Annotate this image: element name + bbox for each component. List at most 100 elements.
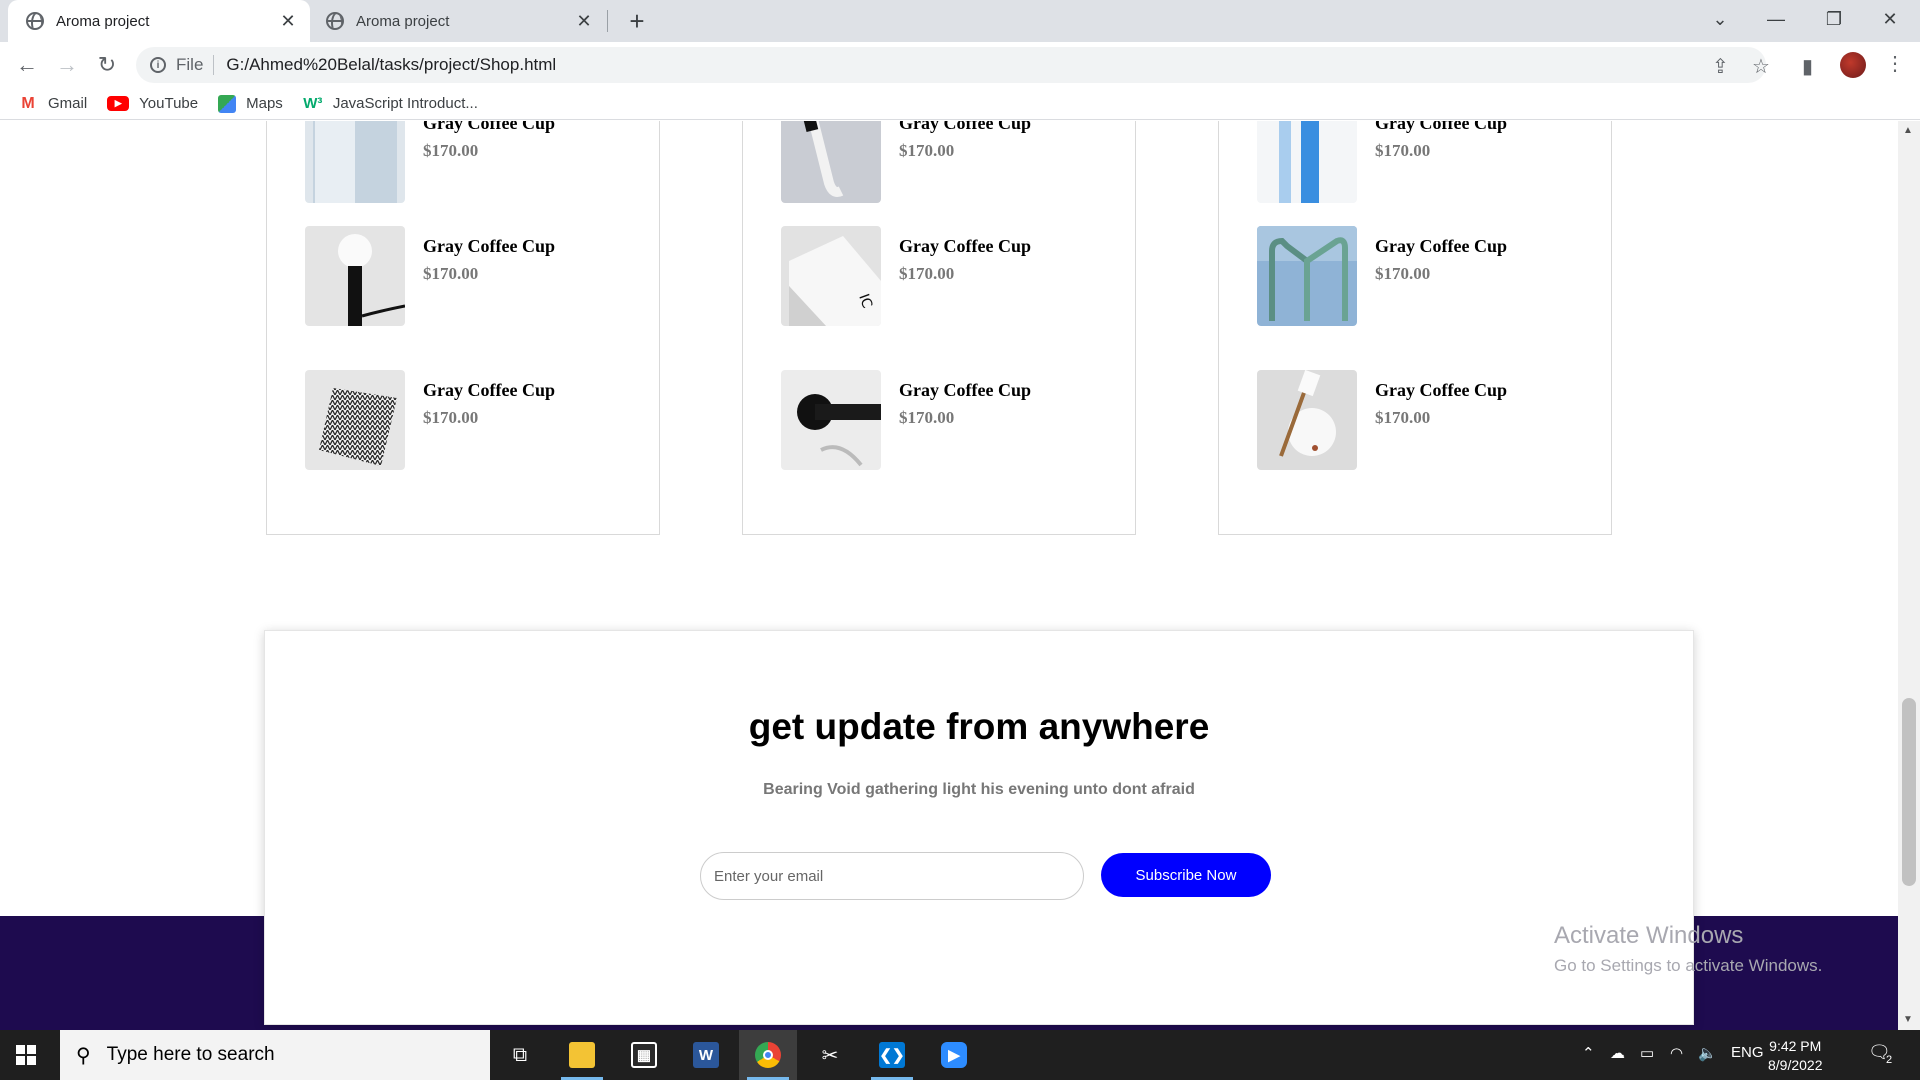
- taskbar-clock[interactable]: 9:42 PM 8/9/2022: [1768, 1037, 1823, 1075]
- task-view-icon[interactable]: ⧉: [491, 1030, 549, 1080]
- share-icon[interactable]: ⇪: [1712, 54, 1729, 79]
- info-icon[interactable]: i: [150, 57, 166, 73]
- tab-title: Aroma project: [356, 12, 450, 30]
- scroll-up-arrow[interactable]: ▲: [1903, 125, 1913, 136]
- product-price: $170.00: [423, 408, 479, 427]
- maps-icon: [218, 94, 237, 113]
- bookmark-youtube[interactable]: ▶ YouTube: [107, 95, 198, 112]
- product-image-black-hook[interactable]: [781, 370, 881, 470]
- clock-time: 9:42 PM: [1769, 1038, 1822, 1054]
- tab-strip: Aroma project ✕ Aroma project ✕ + ⌄ — ❐ …: [0, 0, 1920, 42]
- side-panel-icon[interactable]: ▮: [1802, 54, 1813, 79]
- product-image-blue-tube[interactable]: [1257, 121, 1357, 203]
- product-card[interactable]: Gray Coffee Cup $170.00: [305, 226, 635, 326]
- word-icon[interactable]: W: [677, 1030, 735, 1080]
- page-viewport: Gray Coffee Cup $170.00 Gray Coffee Cup …: [0, 121, 1898, 1030]
- bookmark-star-icon[interactable]: ☆: [1752, 54, 1770, 79]
- product-image-patterned-cloth[interactable]: [305, 370, 405, 470]
- product-name[interactable]: Gray Coffee Cup: [1375, 380, 1507, 401]
- product-image-glass-frame[interactable]: [1257, 226, 1357, 326]
- product-image-white-package[interactable]: IC: [781, 226, 881, 326]
- file-explorer-icon[interactable]: [553, 1030, 611, 1080]
- product-card[interactable]: Gray Coffee Cup $170.00: [305, 121, 635, 203]
- page-scrollbar[interactable]: ▲ ▼: [1898, 121, 1920, 1030]
- url-text[interactable]: G:/Ahmed%20Belal/tasks/project/Shop.html: [226, 55, 556, 75]
- globe-icon: [26, 12, 44, 30]
- address-bar[interactable]: i File G:/Ahmed%20Belal/tasks/project/Sh…: [136, 47, 1766, 83]
- show-hidden-icons[interactable]: ⌃: [1582, 1044, 1595, 1062]
- taskbar-search[interactable]: ⚲ Type here to search: [60, 1030, 490, 1080]
- product-name[interactable]: Gray Coffee Cup: [899, 121, 1031, 134]
- scheme-label: File: [176, 55, 204, 74]
- microsoft-store-icon[interactable]: ▦: [615, 1030, 673, 1080]
- product-card[interactable]: Gray Coffee Cup $170.00: [1257, 226, 1587, 326]
- tab-aroma-project[interactable]: Aroma project ✕: [316, 0, 606, 42]
- product-card[interactable]: Gray Coffee Cup $170.00: [781, 370, 1111, 470]
- product-card[interactable]: Gray Coffee Cup $170.00: [305, 370, 635, 470]
- newsletter-subtitle: Bearing Void gathering light his evening…: [763, 781, 1195, 798]
- scroll-down-arrow[interactable]: ▼: [1903, 1014, 1913, 1025]
- bookmark-label: JavaScript Introduct...: [332, 95, 478, 112]
- product-price: $170.00: [1375, 264, 1431, 283]
- back-button[interactable]: ←: [12, 50, 42, 80]
- chrome-icon[interactable]: [739, 1030, 797, 1080]
- menu-dots-icon[interactable]: ⋮: [1885, 51, 1905, 76]
- product-card[interactable]: IC Gray Coffee Cup $170.00: [781, 226, 1111, 326]
- close-window-button[interactable]: ✕: [1862, 0, 1918, 38]
- bookmark-gmail[interactable]: M Gmail: [18, 94, 87, 113]
- onedrive-icon[interactable]: ☁: [1610, 1044, 1625, 1062]
- product-column-2: Gray Coffee Cup $170.00 IC Gray Coffee C…: [742, 121, 1136, 535]
- close-tab-icon[interactable]: ✕: [278, 11, 298, 31]
- bookmark-maps[interactable]: Maps: [218, 94, 283, 113]
- forward-button[interactable]: →: [52, 50, 82, 80]
- zoom-icon[interactable]: ▶: [925, 1030, 983, 1080]
- battery-icon[interactable]: ▭: [1640, 1044, 1654, 1062]
- product-name[interactable]: Gray Coffee Cup: [1375, 236, 1507, 257]
- tab-search-icon[interactable]: ⌄: [1692, 0, 1748, 38]
- scroll-thumb[interactable]: [1902, 698, 1916, 886]
- minimize-button[interactable]: —: [1748, 0, 1804, 38]
- product-image-toothbrush[interactable]: [781, 121, 881, 203]
- notification-count: 2: [1886, 1054, 1893, 1066]
- subscribe-button[interactable]: Subscribe Now: [1101, 853, 1271, 897]
- product-name[interactable]: Gray Coffee Cup: [899, 380, 1031, 401]
- product-image-black-lamp[interactable]: [305, 226, 405, 326]
- product-name[interactable]: Gray Coffee Cup: [423, 236, 555, 257]
- profile-avatar[interactable]: [1840, 52, 1866, 78]
- close-tab-icon[interactable]: ✕: [574, 11, 594, 31]
- snipping-tool-icon[interactable]: ✂: [801, 1030, 859, 1080]
- watermark-subtitle: Go to Settings to activate Windows.: [1554, 956, 1823, 975]
- volume-icon[interactable]: 🔈: [1698, 1044, 1717, 1062]
- product-price: $170.00: [899, 408, 955, 427]
- product-name[interactable]: Gray Coffee Cup: [899, 236, 1031, 257]
- product-image-white-sphere[interactable]: [1257, 370, 1357, 470]
- product-column-3: Gray Coffee Cup $170.00 Gray Coffee Cup …: [1218, 121, 1612, 535]
- tab-aroma-project-active[interactable]: Aroma project ✕: [8, 0, 310, 42]
- gmail-icon: M: [21, 94, 35, 112]
- language-indicator[interactable]: ENG: [1731, 1044, 1764, 1061]
- product-name[interactable]: Gray Coffee Cup: [1375, 121, 1507, 134]
- restore-button[interactable]: ❐: [1806, 0, 1862, 38]
- product-price: $170.00: [423, 264, 479, 283]
- product-image-white-cup[interactable]: [305, 121, 405, 203]
- watermark-title: Activate Windows: [1554, 922, 1744, 949]
- product-column-1: Gray Coffee Cup $170.00 Gray Coffee Cup …: [266, 121, 660, 535]
- youtube-icon: ▶: [107, 96, 130, 111]
- vscode-icon[interactable]: ❮❯: [863, 1030, 921, 1080]
- product-card[interactable]: Gray Coffee Cup $170.00: [1257, 370, 1587, 470]
- tab-title: Aroma project: [56, 12, 150, 30]
- wifi-icon[interactable]: ◠: [1670, 1044, 1683, 1062]
- bookmarks-bar: M Gmail ▶ YouTube Maps W³ JavaScript Int…: [0, 88, 1920, 120]
- product-name[interactable]: Gray Coffee Cup: [423, 380, 555, 401]
- product-card[interactable]: Gray Coffee Cup $170.00: [781, 121, 1111, 203]
- product-name[interactable]: Gray Coffee Cup: [423, 121, 555, 134]
- product-price: $170.00: [1375, 408, 1431, 427]
- bookmark-javascript[interactable]: W³ JavaScript Introduct...: [303, 95, 478, 112]
- email-input[interactable]: [700, 852, 1084, 900]
- new-tab-button[interactable]: +: [622, 6, 652, 36]
- product-card[interactable]: Gray Coffee Cup $170.00: [1257, 121, 1587, 203]
- reload-button[interactable]: ↻: [92, 50, 122, 80]
- newsletter-title: get update from anywhere: [748, 706, 1210, 747]
- windows-taskbar: ⚲ Type here to search ⧉ ▦ W ✂ ❮❯ ▶ ⌃ ☁ ▭…: [0, 1030, 1920, 1080]
- windows-start-icon[interactable]: [16, 1045, 36, 1065]
